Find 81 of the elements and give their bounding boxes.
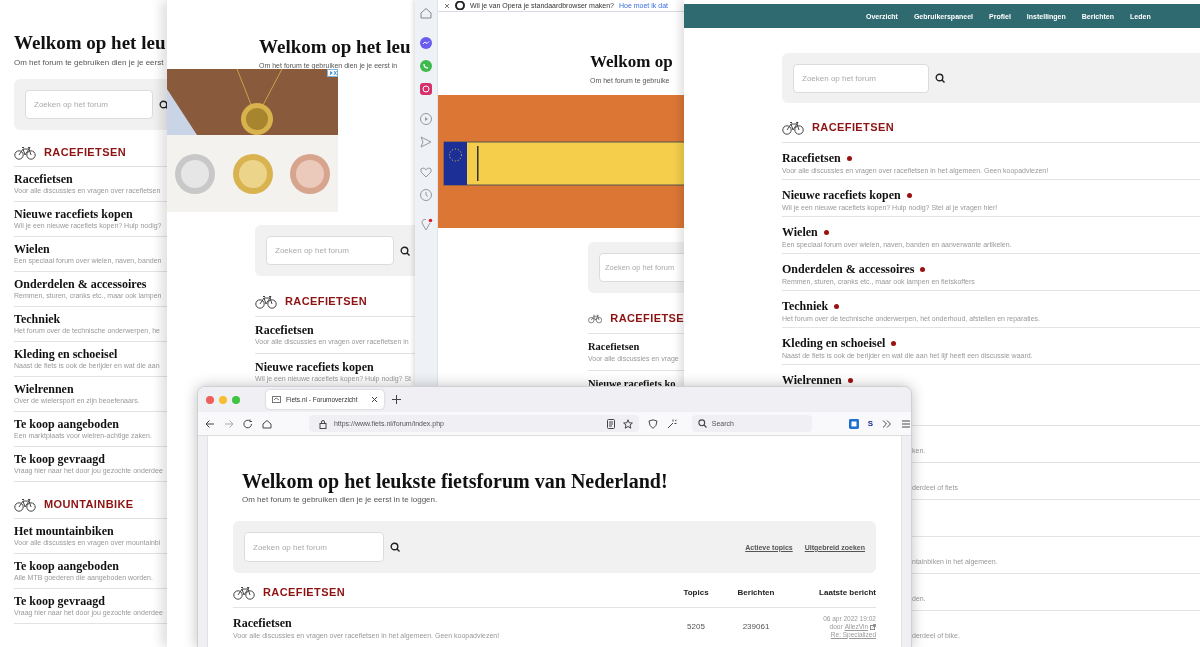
bicycle-icon (14, 144, 36, 160)
forum-search-field[interactable]: Zoeken op het forum (793, 63, 929, 93)
page-heading: Welkom op het leukste fietsforum van Nederland! (242, 470, 669, 492)
close-icon[interactable] (371, 396, 378, 403)
reload-icon[interactable] (242, 418, 253, 429)
page-heading: Welkom op (590, 51, 674, 73)
forum-title-link[interactable]: Te koop aangeboden (14, 559, 119, 573)
forum-title-link[interactable]: Nieuwe racefiets kopen (14, 207, 133, 221)
shield-icon[interactable] (647, 418, 658, 429)
forum-title-link[interactable]: Te koop gevraagd (14, 594, 105, 608)
forum-title-link[interactable]: Wielrennen (14, 382, 74, 396)
external-link-icon (870, 623, 876, 630)
forum-title-link[interactable]: Het mountainbiken (14, 524, 114, 538)
star-icon[interactable] (622, 418, 633, 429)
forum-title-link[interactable]: Onderdelen & accessoires (14, 277, 147, 291)
forum-title-link[interactable]: Wielen (14, 242, 50, 256)
forum-title-link[interactable]: Kleding en schoeisel (14, 347, 118, 361)
column-header: Laatste bericht (819, 587, 876, 597)
page-heading: Welkom op het leu (14, 32, 167, 54)
forum-title-link[interactable]: Kleding en schoeisel (782, 336, 886, 350)
reader-view-icon[interactable] (605, 418, 616, 429)
bicycle-icon (255, 293, 277, 309)
forum-title-link[interactable]: Te koop aangeboden (14, 417, 119, 431)
favicon-icon (272, 395, 281, 404)
forum-title-link[interactable]: Racefietsen (588, 340, 640, 354)
bicycle-icon (782, 119, 804, 135)
section-title: RACEFIETSE (610, 312, 684, 324)
home-icon[interactable] (419, 6, 433, 20)
search-icon[interactable] (390, 542, 400, 552)
forum-search-field[interactable]: Zoeken op het forum (25, 90, 153, 119)
back-icon[interactable] (205, 418, 215, 429)
forum-title-link[interactable]: Racefietsen (255, 323, 314, 337)
column-header: Topics (683, 587, 709, 597)
ad-choices-icon[interactable] (327, 69, 338, 77)
camera-icon[interactable] (419, 82, 433, 96)
forum-search-field[interactable]: Zoeken op het forum (266, 236, 394, 265)
menu-icon[interactable] (901, 418, 911, 429)
search-icon[interactable] (400, 245, 410, 256)
search-icon[interactable] (159, 99, 167, 110)
forum-title-link[interactable]: Techniek (782, 299, 829, 313)
section-title: MOUNTAINBIKE (44, 498, 134, 510)
section-title: RACEFIETSEN (812, 121, 895, 133)
plus-icon[interactable] (392, 395, 401, 404)
intro-text: Om het forum te gebruiken dien je je eerst in te loggen. (242, 495, 439, 504)
forum-search-field[interactable]: Zoeken op het forum (244, 532, 384, 562)
close-icon[interactable] (444, 2, 450, 9)
home-icon[interactable] (261, 418, 272, 429)
extension-icon[interactable] (848, 418, 859, 429)
ring-logo-icon (455, 1, 465, 10)
section-title: RACEFIETSEN (285, 295, 368, 307)
forum-title-link[interactable]: Te koop gevraagd (14, 452, 105, 466)
forum-title-link[interactable]: Wielen (782, 225, 818, 239)
forum-title-link[interactable]: Racefietsen (233, 616, 292, 630)
forum-title-link[interactable]: Racefietsen (14, 172, 73, 186)
intro-text: Om het forum te gebruiken dien je je eerst (14, 58, 165, 67)
forum-title-link[interactable]: Techniek (14, 312, 61, 326)
clock-icon[interactable] (419, 188, 433, 202)
play-icon[interactable] (419, 112, 433, 126)
send-icon[interactable] (419, 135, 433, 149)
page-heading: Welkom op het leu (259, 36, 412, 58)
sparkle-icon[interactable] (666, 418, 677, 429)
search-icon[interactable] (935, 73, 945, 83)
lock-icon (318, 418, 327, 429)
bicycle-icon (14, 496, 36, 512)
forum-title-link[interactable]: Racefietsen (782, 151, 841, 165)
section-title: RACEFIETSEN (44, 146, 127, 158)
forum-title-link[interactable]: Wielrennen (782, 373, 842, 385)
chat-bubble-icon[interactable] (419, 36, 433, 50)
bicycle-icon (233, 584, 255, 600)
forum-title-link[interactable]: Nieuwe racefiets kopen (782, 188, 901, 202)
column-header: Berichten (737, 587, 775, 597)
search-icon (697, 419, 707, 428)
section-title: RACEFIETSEN (263, 586, 346, 598)
forum-title-link[interactable]: Onderdelen & accessoires (782, 262, 915, 276)
lightbulb-icon[interactable] (419, 218, 433, 232)
topic-count: 5205 (687, 622, 705, 631)
post-count: 239061 (742, 622, 770, 631)
forum-title-link[interactable]: Nieuwe racefiets kopen (255, 360, 374, 374)
extension-button[interactable]: S (867, 419, 874, 428)
heart-icon[interactable] (419, 165, 433, 179)
chevrons-icon[interactable] (882, 418, 893, 429)
